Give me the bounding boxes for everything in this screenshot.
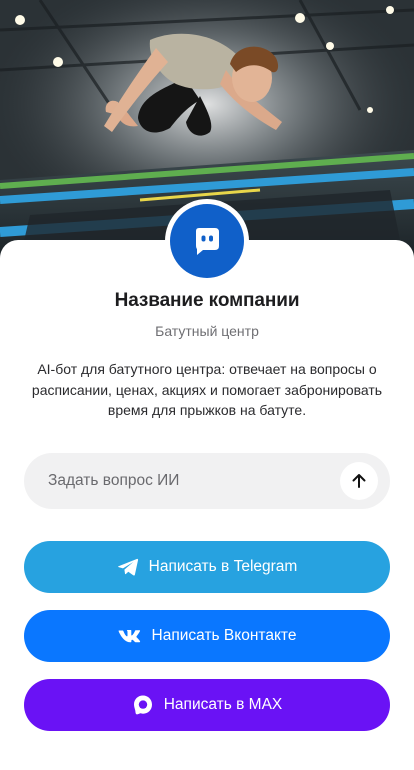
chat-bot-icon	[170, 204, 244, 278]
send-question-button[interactable]	[340, 462, 378, 500]
write-vk-button[interactable]: Написать Вконтакте	[24, 610, 390, 662]
write-vk-label: Написать Вконтакте	[151, 627, 297, 644]
write-telegram-button[interactable]: Написать в Telegram	[24, 541, 390, 593]
vk-icon	[118, 629, 142, 643]
write-max-label: Написать в MAX	[163, 696, 283, 713]
write-telegram-label: Написать в Telegram	[148, 558, 298, 575]
company-subtitle: Батутный центр	[155, 323, 259, 339]
company-name: Название компании	[114, 290, 300, 311]
company-avatar	[165, 199, 249, 283]
max-icon	[132, 694, 154, 716]
ask-ai-input[interactable]	[48, 453, 348, 509]
telegram-icon	[117, 557, 139, 577]
company-description: AI-бот для батутного центра: отвечает на…	[31, 361, 383, 418]
arrow-up-icon	[352, 474, 366, 488]
ask-ai-field[interactable]	[24, 453, 390, 509]
write-max-button[interactable]: Написать в MAX	[24, 679, 390, 731]
page: Название компании Батутный центр AI-бот …	[0, 0, 414, 770]
